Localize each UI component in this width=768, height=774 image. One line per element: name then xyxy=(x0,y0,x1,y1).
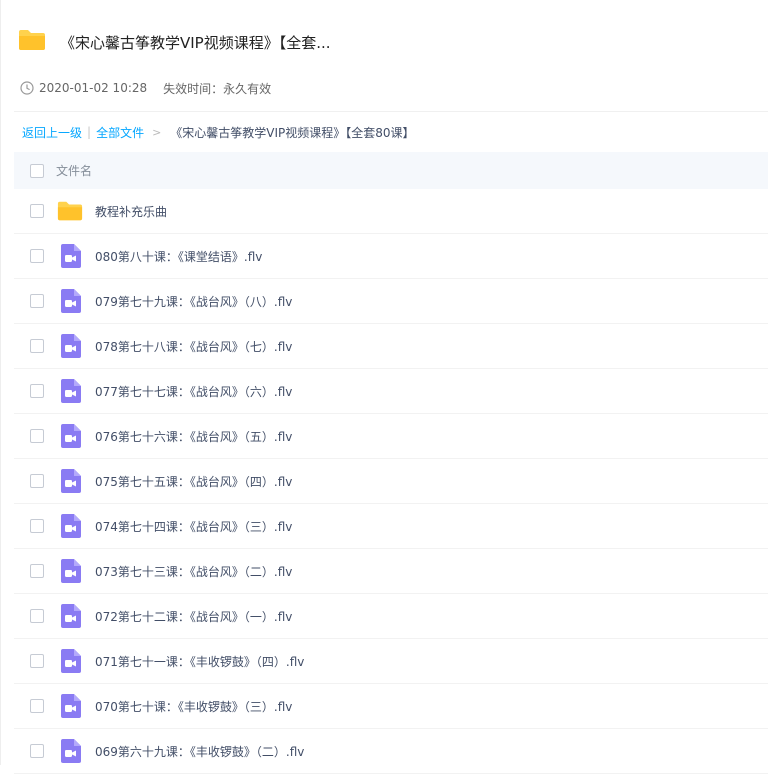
column-filename: 文件名 xyxy=(56,164,93,178)
video-file-icon xyxy=(57,693,83,719)
video-file-icon xyxy=(57,648,83,674)
breadcrumb-current: 《宋心馨古筝教学VIP视频课程》【全套80课】 xyxy=(170,125,415,140)
row-checkbox[interactable] xyxy=(30,429,44,443)
row-checkbox[interactable] xyxy=(30,519,44,533)
row-checkbox[interactable] xyxy=(30,699,44,713)
expire-label: 失效时间：永久有效 xyxy=(163,81,272,96)
file-name[interactable]: 076第七十六课：《战台风》（五）.flv xyxy=(95,428,292,445)
row-checkbox[interactable] xyxy=(30,339,44,353)
row-checkbox[interactable] xyxy=(30,249,44,263)
file-name[interactable]: 074第七十四课：《战台风》（三）.flv xyxy=(95,518,292,535)
back-link[interactable]: 返回上一级 xyxy=(22,124,82,141)
video-file-icon xyxy=(57,423,83,449)
file-name[interactable]: 069第六十九课：《丰收锣鼓》（二）.flv xyxy=(95,743,304,760)
video-file-icon xyxy=(57,468,83,494)
share-title: 《宋心馨古筝教学VIP视频课程》【全套... xyxy=(60,33,331,52)
file-name[interactable]: 080第八十课：《课堂结语》.flv xyxy=(95,248,262,265)
row-checkbox[interactable] xyxy=(30,744,44,758)
row-checkbox[interactable] xyxy=(30,654,44,668)
file-row[interactable]: 078第七十八课：《战台风》（七）.flv xyxy=(14,324,768,369)
video-file-icon xyxy=(57,288,83,314)
row-checkbox[interactable] xyxy=(30,294,44,308)
file-row[interactable]: 075第七十五课：《战台风》（四）.flv xyxy=(14,459,768,504)
file-row[interactable]: 080第八十课：《课堂结语》.flv xyxy=(14,234,768,279)
file-list: 教程补充乐曲 080第八十课：《课堂结语》.flv 079第七十九课：《战台风》（八… xyxy=(14,189,768,774)
video-file-icon xyxy=(57,378,83,404)
header-divider xyxy=(14,111,768,112)
share-date: 2020-01-02 10:28 xyxy=(39,81,148,95)
file-row[interactable]: 073第七十三课：《战台风》（二）.flv xyxy=(14,549,768,594)
file-name[interactable]: 077第七十七课：《战台风》（六）.flv xyxy=(95,383,292,400)
file-row[interactable]: 072第七十二课：《战台风》（一）.flv xyxy=(14,594,768,639)
share-page: 《宋心馨古筝教学VIP视频课程》【全套... 2020-01-02 10:28 … xyxy=(0,0,768,774)
row-checkbox[interactable] xyxy=(30,204,44,218)
breadcrumb-separator: | xyxy=(87,125,92,139)
file-name[interactable]: 078第七十八课：《战台风》（七）.flv xyxy=(95,338,292,355)
row-checkbox[interactable] xyxy=(30,609,44,623)
row-checkbox[interactable] xyxy=(30,384,44,398)
file-row[interactable]: 074第七十四课：《战台风》（三）.flv xyxy=(14,504,768,549)
row-checkbox[interactable] xyxy=(30,474,44,488)
file-row[interactable]: 076第七十六课：《战台风》（五）.flv xyxy=(14,414,768,459)
file-name[interactable]: 079第七十九课：《战台风》（八）.flv xyxy=(95,293,292,310)
file-name[interactable]: 075第七十五课：《战台风》（四）.flv xyxy=(95,473,292,490)
breadcrumb-arrow: > xyxy=(152,125,162,139)
row-checkbox[interactable] xyxy=(30,564,44,578)
left-border xyxy=(0,0,1,765)
file-row[interactable]: 079第七十九课：《战台风》（八）.flv xyxy=(14,279,768,324)
share-header: 《宋心馨古筝教学VIP视频课程》【全套... xyxy=(18,30,331,54)
all-files-link[interactable]: 全部文件 xyxy=(96,124,144,141)
file-row[interactable]: 077第七十七课：《战台风》（六）.flv xyxy=(14,369,768,414)
video-file-icon xyxy=(57,558,83,584)
file-row[interactable]: 071第七十一课：《丰收锣鼓》（四）.flv xyxy=(14,639,768,684)
share-meta: 2020-01-02 10:28 失效时间：永久有效 xyxy=(20,80,271,96)
file-list-header: 文件名 xyxy=(14,152,768,189)
select-all-checkbox[interactable] xyxy=(30,163,44,178)
video-file-icon xyxy=(57,513,83,539)
folder-icon xyxy=(57,198,83,224)
file-row[interactable]: 070第七十课：《丰收锣鼓》（三）.flv xyxy=(14,684,768,729)
file-name[interactable]: 072第七十二课：《战台风》（一）.flv xyxy=(95,608,292,625)
file-name[interactable]: 教程补充乐曲 xyxy=(95,203,167,220)
video-file-icon xyxy=(57,333,83,359)
file-row[interactable]: 069第六十九课：《丰收锣鼓》（二）.flv xyxy=(14,729,768,774)
file-name[interactable]: 073第七十三课：《战台风》（二）.flv xyxy=(95,563,292,580)
breadcrumb: 返回上一级 | 全部文件 > 《宋心馨古筝教学VIP视频课程》【全套80课】 xyxy=(22,124,415,140)
video-file-icon xyxy=(57,738,83,764)
file-row[interactable]: 教程补充乐曲 xyxy=(14,189,768,234)
file-name[interactable]: 070第七十课：《丰收锣鼓》（三）.flv xyxy=(95,698,292,715)
folder-icon xyxy=(18,29,46,55)
clock-icon xyxy=(20,81,34,95)
video-file-icon xyxy=(57,603,83,629)
video-file-icon xyxy=(57,243,83,269)
file-name[interactable]: 071第七十一课：《丰收锣鼓》（四）.flv xyxy=(95,653,304,670)
